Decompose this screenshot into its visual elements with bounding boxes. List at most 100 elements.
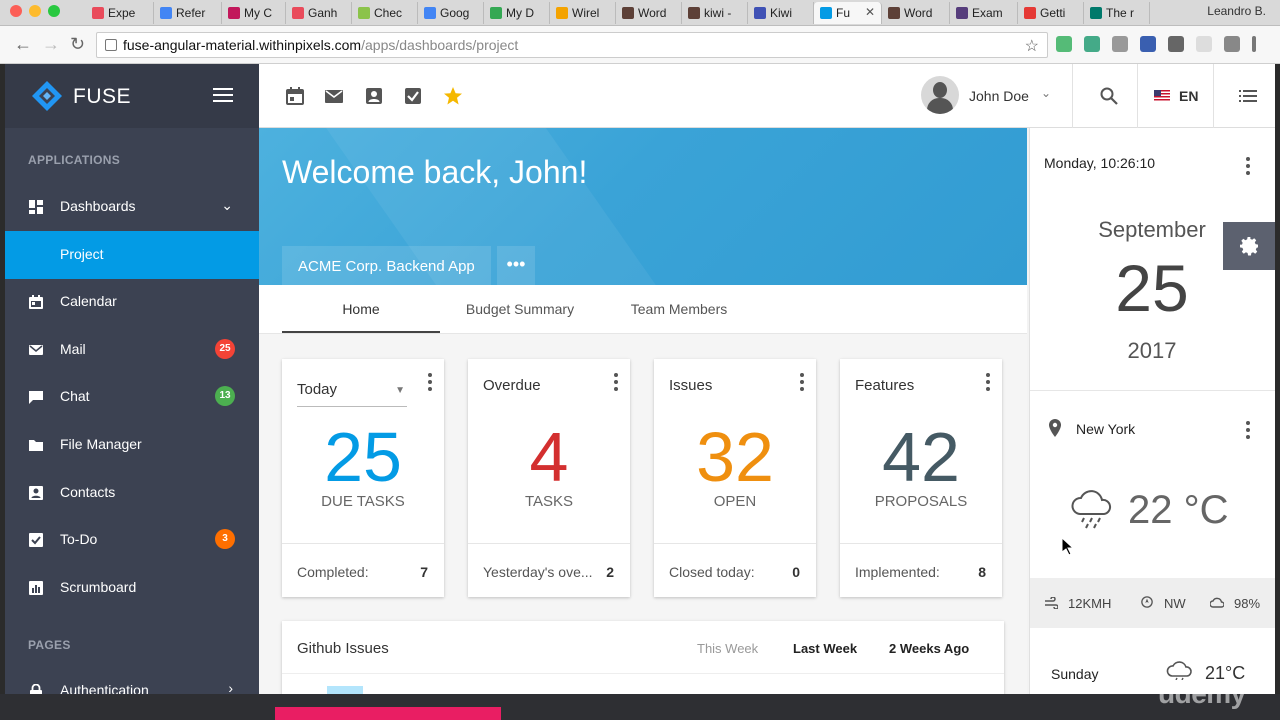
extension-icon[interactable] (1056, 36, 1072, 52)
widget-title: Issues (669, 377, 713, 394)
browser-tab[interactable]: Chec (352, 2, 418, 24)
todo-icon (29, 533, 43, 547)
tab-team-members[interactable]: Team Members (600, 301, 758, 317)
browser-tab[interactable]: Ganh (286, 2, 352, 24)
extension-icon[interactable] (1168, 36, 1184, 52)
sidebar-item-label: File Manager (60, 436, 142, 452)
extension-icon[interactable] (1224, 36, 1240, 52)
browser-tab[interactable]: Exam (950, 2, 1018, 24)
sidebar-item-mail[interactable]: Mail 25 (5, 326, 259, 374)
range-last-week[interactable]: Last Week (793, 641, 857, 656)
browser-tab[interactable]: Word (616, 2, 682, 24)
more-vert-icon[interactable] (986, 373, 990, 394)
widget-unit: DUE TASKS (321, 493, 405, 510)
browser-tab[interactable]: Goog (418, 2, 484, 24)
tab-label: Word (638, 6, 667, 20)
us-flag-icon[interactable] (1154, 90, 1170, 101)
browser-tab[interactable]: My C (222, 2, 286, 24)
footer-label: Closed today: (669, 564, 755, 580)
sidebar-item-label: Mail (60, 341, 86, 357)
bookmark-star-icon[interactable]: ☆ (1025, 36, 1039, 56)
active-tab-indicator (282, 331, 440, 333)
sidebar-item-to-do[interactable]: To-Do 3 (5, 516, 259, 564)
browser-profile[interactable]: Leandro B. (1207, 4, 1266, 18)
mail-icon (29, 345, 43, 355)
browser-tab[interactable]: Kiwi (748, 2, 814, 24)
widget-footer: Yesterday's ove... 2 (468, 543, 630, 597)
widget-value: 42 (882, 418, 960, 496)
tab-favicon-icon (888, 7, 900, 19)
more-vert-icon[interactable] (428, 373, 432, 394)
url-input[interactable]: fuse-angular-material.withinpixels.com/a… (96, 32, 1048, 58)
contacts-shortcut-icon[interactable] (364, 86, 384, 106)
calendar-shortcut-icon[interactable] (285, 86, 305, 106)
range-select[interactable]: Today ▼ (297, 381, 407, 407)
user-name[interactable]: John Doe (969, 88, 1029, 104)
browser-tab[interactable]: My D (484, 2, 550, 24)
range-this-week[interactable]: This Week (697, 641, 758, 656)
sidebar-item-calendar[interactable]: Calendar (5, 278, 259, 326)
project-more-button[interactable]: ••• (497, 246, 535, 285)
project-selector[interactable]: ACME Corp. Backend App (282, 246, 491, 285)
sidebar-toggle-icon[interactable] (213, 88, 233, 104)
browser-tab[interactable]: Getti (1018, 2, 1084, 24)
widget-title: Overdue (483, 377, 541, 394)
sidebar-item-label: Authentication (60, 682, 149, 694)
footer-value: 2 (606, 564, 614, 580)
maximize-window-button[interactable] (48, 5, 60, 17)
rain-cloud-icon (1071, 490, 1112, 529)
browser-tab[interactable]: The r (1084, 2, 1150, 24)
main-content: Welcome back, John! ACME Corp. Backend A… (259, 128, 1027, 694)
more-vert-icon[interactable] (800, 373, 804, 394)
close-window-button[interactable] (10, 5, 22, 17)
sidebar-item-project[interactable]: Project (5, 231, 259, 279)
extension-icon[interactable] (1196, 36, 1212, 52)
forward-icon[interactable]: → (42, 34, 60, 55)
browser-tab[interactable]: Word (882, 2, 950, 24)
sidebar-item-authentication[interactable]: Authentication › (5, 667, 259, 694)
sidebar-header: FUSE (5, 64, 259, 128)
minimize-window-button[interactable] (29, 5, 41, 17)
footer-value: 0 (792, 564, 800, 580)
reload-icon[interactable]: ↻ (70, 34, 85, 55)
browser-tab[interactable]: Expe (86, 2, 154, 24)
sidebar-item-dashboards[interactable]: Dashboards ⌄ (5, 183, 259, 231)
browser-tab[interactable]: Refer (154, 2, 222, 24)
avatar[interactable] (921, 76, 959, 114)
tab-budget-summary[interactable]: Budget Summary (441, 301, 599, 317)
sidebar-item-contacts[interactable]: Contacts (5, 469, 259, 517)
more-vert-icon[interactable] (614, 373, 618, 394)
back-icon[interactable]: ← (14, 34, 32, 55)
browser-tab[interactable]: Fu ✕ (814, 2, 882, 24)
star-shortcut-icon[interactable] (443, 86, 463, 106)
sidebar-item-scrumboard[interactable]: Scrumboard (5, 564, 259, 612)
chevron-down-icon[interactable]: ⌄ (1041, 86, 1051, 100)
browser-tab[interactable]: Wirel (550, 2, 616, 24)
sidebar-item-label: Dashboards (60, 198, 136, 214)
tab-favicon-icon (490, 7, 502, 19)
sidebar-item-file-manager[interactable]: File Manager (5, 421, 259, 469)
more-vert-icon[interactable] (1246, 157, 1250, 178)
close-tab-icon[interactable]: ✕ (865, 5, 875, 19)
section-title-applications: APPLICATIONS (28, 153, 121, 167)
browser-menu-icon[interactable] (1252, 36, 1256, 52)
language-selector[interactable]: EN (1179, 88, 1198, 104)
todo-shortcut-icon[interactable] (403, 86, 423, 106)
page-info-icon[interactable] (105, 39, 117, 51)
date-year: 2017 (1127, 338, 1177, 363)
more-vert-icon[interactable] (1246, 421, 1250, 442)
tab-label: Expe (108, 6, 136, 20)
quick-panel-list-icon[interactable] (1238, 86, 1258, 106)
tab-favicon-icon (688, 7, 700, 19)
humidity: 98% (1234, 596, 1261, 611)
tab-home[interactable]: Home (282, 301, 440, 317)
range-2-weeks-ago[interactable]: 2 Weeks Ago (889, 641, 969, 656)
extension-icon[interactable] (1112, 36, 1128, 52)
extension-icon[interactable] (1084, 36, 1100, 52)
mail-shortcut-icon[interactable] (324, 86, 344, 106)
browser-tab[interactable]: kiwi - (682, 2, 748, 24)
search-icon[interactable] (1099, 86, 1119, 106)
theme-settings-button[interactable] (1223, 222, 1275, 270)
extension-icon[interactable] (1140, 36, 1156, 52)
sidebar-item-chat[interactable]: Chat 13 (5, 373, 259, 421)
